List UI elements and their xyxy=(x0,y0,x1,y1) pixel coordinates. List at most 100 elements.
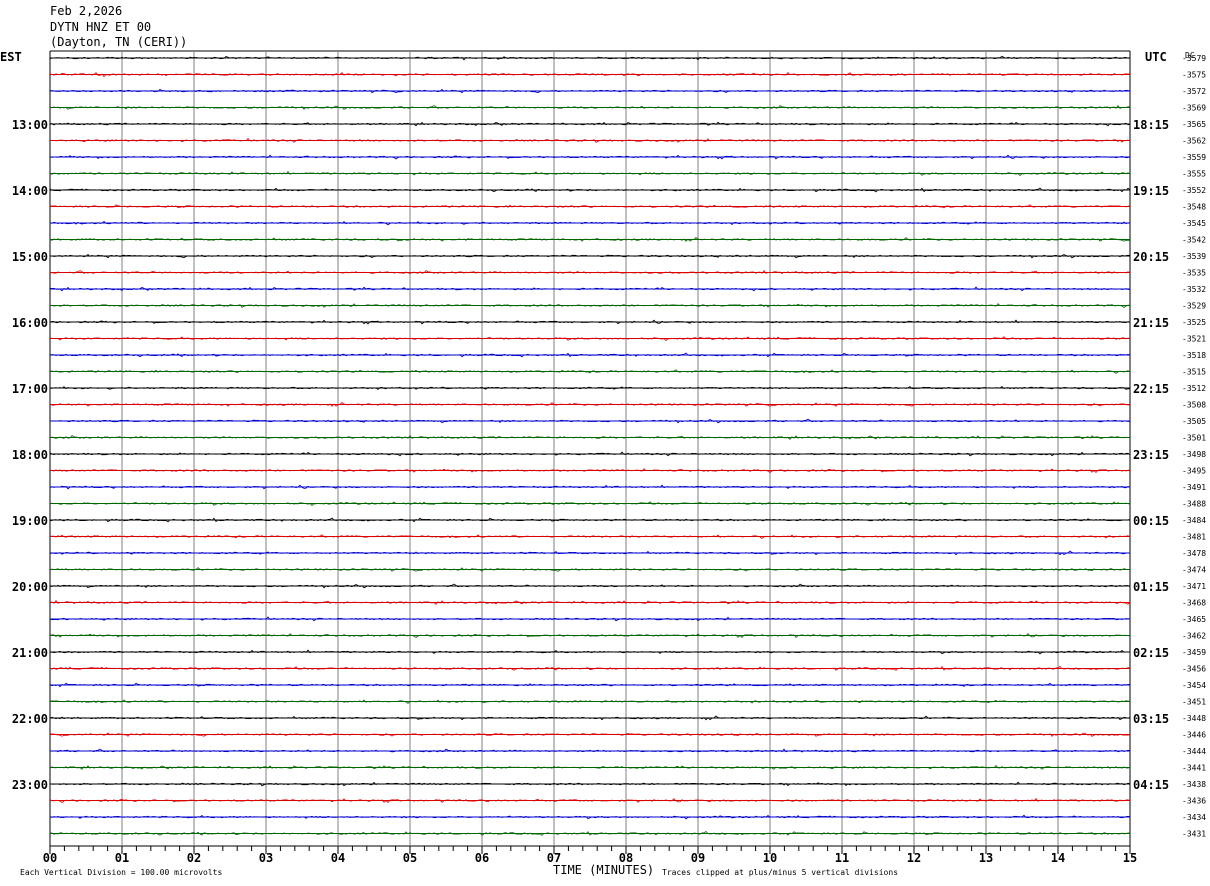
x-axis-label: TIME (MINUTES) xyxy=(553,863,654,877)
dc-offset-label: -3484 xyxy=(1182,516,1206,525)
trace-row xyxy=(49,732,1131,737)
dc-offset-label: -3456 xyxy=(1182,665,1206,674)
dc-offset-label: -3548 xyxy=(1182,203,1206,212)
right-hour-label: 22:15 xyxy=(1133,382,1169,396)
dc-offset-label: -3471 xyxy=(1182,582,1206,591)
trace-row xyxy=(49,171,1131,176)
trace-row xyxy=(49,616,1131,622)
dc-offset-label: -3505 xyxy=(1182,417,1206,426)
trace-row xyxy=(49,599,1131,605)
dc-offset-label: -3498 xyxy=(1182,450,1206,459)
x-tick-label: 01 xyxy=(115,851,129,865)
axis-labels: 00 01 02 03 04 05 06 07 08 09 10 11 12 13 14 15 -3579 -35… xyxy=(12,54,1206,865)
left-hour-label: 19:00 xyxy=(12,514,48,528)
dc-offset-label: -3562 xyxy=(1182,137,1206,146)
x-tick-label: 00 xyxy=(43,851,57,865)
x-tick-label: 11 xyxy=(835,851,849,865)
x-tick-label: 14 xyxy=(1051,851,1065,865)
dc-offset-label: -3478 xyxy=(1182,549,1206,558)
left-hour-label: 16:00 xyxy=(12,316,48,330)
right-hour-label: 03:15 xyxy=(1133,712,1169,726)
dc-offset-label: -3515 xyxy=(1182,368,1206,377)
right-hour-label: 00:15 xyxy=(1133,514,1169,528)
left-hour-label: 15:00 xyxy=(12,250,48,264)
helicorder-plot: EST UTC DC Each Vertical Division = 100.… xyxy=(0,50,1206,877)
clip-note: Traces clipped at plus/minus 5 vertical … xyxy=(662,868,898,877)
trace-row xyxy=(49,550,1131,556)
dc-offset-label: -3565 xyxy=(1182,120,1206,129)
x-tick-label: 02 xyxy=(187,851,201,865)
trace-row xyxy=(49,567,1131,572)
right-timezone-label: UTC xyxy=(1145,50,1167,64)
right-hour-label: 20:15 xyxy=(1133,250,1169,264)
vertical-scale-note: Each Vertical Division = 100.00 microvol… xyxy=(20,868,222,877)
dc-offset-label: -3438 xyxy=(1182,780,1206,789)
dc-offset-label: -3555 xyxy=(1182,170,1206,179)
dc-offset-label: -3512 xyxy=(1182,384,1206,393)
dc-offset-label: -3454 xyxy=(1182,681,1206,690)
dc-offset-label: -3465 xyxy=(1182,615,1206,624)
x-tick-label: 06 xyxy=(475,851,489,865)
dc-offset-label: -3535 xyxy=(1182,269,1206,278)
right-hour-label: 21:15 xyxy=(1133,316,1169,330)
x-tick-label: 03 xyxy=(259,851,273,865)
dc-offset-label: -3552 xyxy=(1182,186,1206,195)
x-tick-label: 04 xyxy=(331,851,345,865)
trace-row xyxy=(49,517,1131,523)
dc-offset-label: -3539 xyxy=(1182,252,1206,261)
right-hour-label: 23:15 xyxy=(1133,448,1169,462)
dc-offset-label: -3572 xyxy=(1182,87,1206,96)
left-hour-label: 20:00 xyxy=(12,580,48,594)
dc-offset-label: -3434 xyxy=(1182,813,1206,822)
dc-offset-label: -3436 xyxy=(1182,797,1206,806)
trace-row xyxy=(49,649,1131,655)
trace-row xyxy=(49,583,1131,589)
dc-offset-label: -3448 xyxy=(1182,714,1206,723)
dc-offset-label: -3446 xyxy=(1182,731,1206,740)
dc-offset-label: -3518 xyxy=(1182,351,1206,360)
x-tick-label: 15 xyxy=(1123,851,1137,865)
dc-offset-label: -3459 xyxy=(1182,648,1206,657)
dc-offset-label: -3451 xyxy=(1182,698,1206,707)
x-tick-label: 09 xyxy=(691,851,705,865)
x-tick-label: 13 xyxy=(979,851,993,865)
right-hour-label: 04:15 xyxy=(1133,778,1169,792)
dc-offset-label: -3462 xyxy=(1182,632,1206,641)
right-hour-label: 01:15 xyxy=(1133,580,1169,594)
trace-row xyxy=(49,121,1131,127)
right-hour-label: 18:15 xyxy=(1133,118,1169,132)
trace-rows xyxy=(49,55,1131,836)
x-tick-label: 12 xyxy=(907,851,921,865)
x-tick-label: 07 xyxy=(547,851,561,865)
x-tick-label: 10 xyxy=(763,851,777,865)
right-hour-label: 19:15 xyxy=(1133,184,1169,198)
left-hour-label: 18:00 xyxy=(12,448,48,462)
left-hour-label: 13:00 xyxy=(12,118,48,132)
dc-offset-label: -3474 xyxy=(1182,566,1206,575)
dc-offset-label: -3575 xyxy=(1182,71,1206,80)
x-tick-label: 05 xyxy=(403,851,417,865)
trace-row xyxy=(49,137,1131,143)
dc-offset-label: -3532 xyxy=(1182,285,1206,294)
dc-offset-label: -3579 xyxy=(1182,54,1206,63)
trace-row xyxy=(49,484,1131,490)
left-hour-label: 21:00 xyxy=(12,646,48,660)
trace-row xyxy=(49,104,1131,110)
left-hour-label: 23:00 xyxy=(12,778,48,792)
dc-offset-label: -3481 xyxy=(1182,533,1206,542)
dc-offset-label: -3559 xyxy=(1182,153,1206,162)
dc-offset-label: -3468 xyxy=(1182,599,1206,608)
trace-row xyxy=(49,798,1131,803)
dc-offset-label: -3431 xyxy=(1182,830,1206,839)
dc-offset-label: -3501 xyxy=(1182,434,1206,443)
dc-offset-label: -3488 xyxy=(1182,500,1206,509)
dc-offset-label: -3545 xyxy=(1182,219,1206,228)
left-hour-label: 22:00 xyxy=(12,712,48,726)
dc-offset-label: -3569 xyxy=(1182,104,1206,113)
dc-offset-label: -3542 xyxy=(1182,236,1206,245)
grid-lines xyxy=(49,50,1131,854)
dc-offset-label: -3521 xyxy=(1182,335,1206,344)
dc-offset-label: -3508 xyxy=(1182,401,1206,410)
dc-offset-label: -3495 xyxy=(1182,467,1206,476)
dc-offset-label: -3529 xyxy=(1182,302,1206,311)
